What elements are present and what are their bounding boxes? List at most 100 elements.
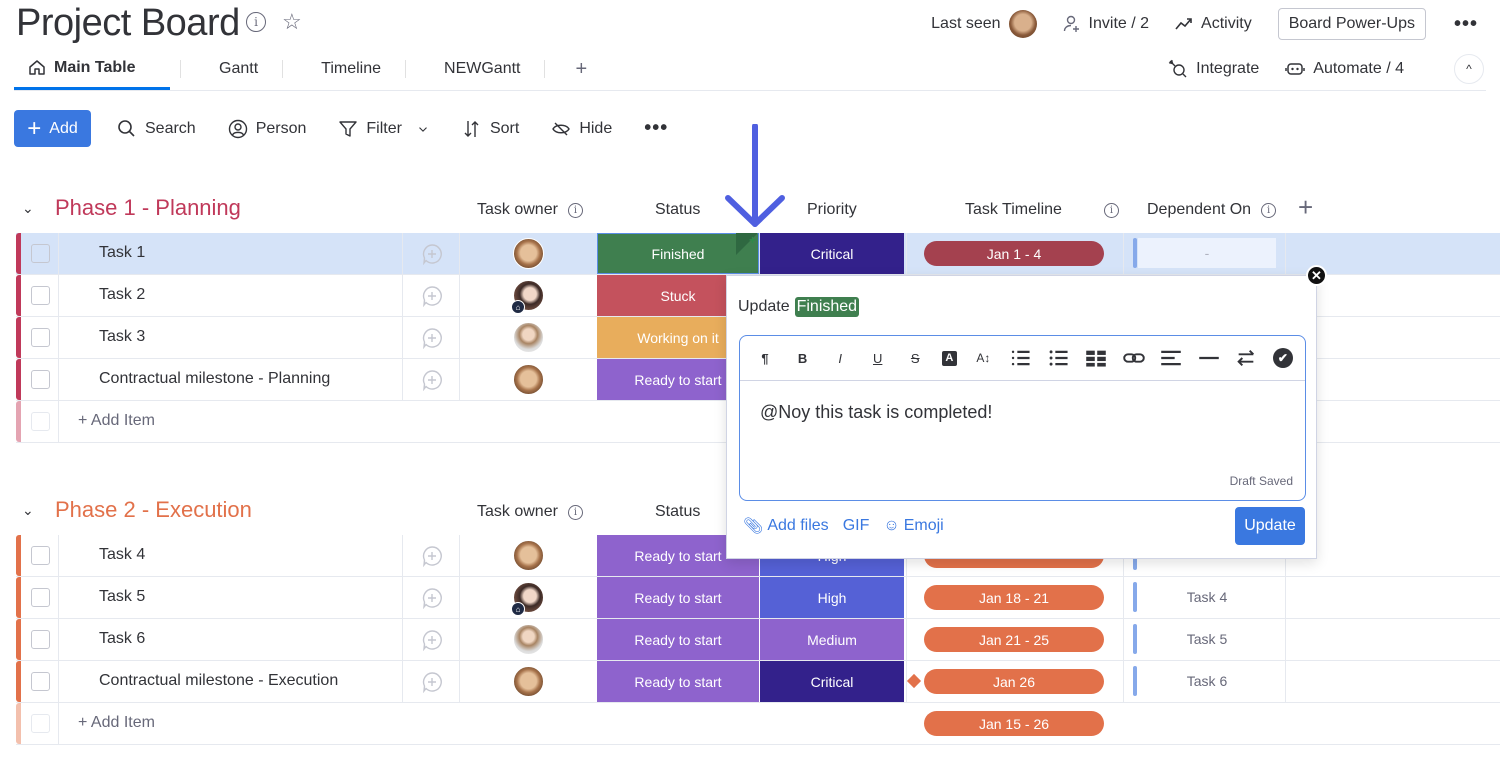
- add-update-icon[interactable]: [421, 369, 443, 391]
- table-row[interactable]: Task 5 ⌂ Ready to start High Jan 18 - 21…: [16, 577, 1500, 619]
- add-update-icon[interactable]: [421, 671, 443, 693]
- dependency-cell[interactable]: Task 4: [1124, 577, 1286, 618]
- owner-avatar[interactable]: [513, 666, 544, 697]
- collapse-chevron-icon[interactable]: ⌄: [22, 502, 34, 519]
- more-options-icon[interactable]: •••: [1454, 13, 1478, 36]
- owner-avatar[interactable]: [513, 364, 544, 395]
- direction-icon[interactable]: [1235, 347, 1257, 369]
- tab-newgantt[interactable]: NEWGantt: [430, 48, 534, 90]
- check-icon[interactable]: ✔: [1272, 348, 1293, 368]
- last-seen-avatar[interactable]: [1008, 10, 1037, 38]
- add-column-button[interactable]: +: [1298, 192, 1313, 223]
- italic-icon[interactable]: I: [829, 347, 851, 369]
- update-submit-button[interactable]: Update: [1235, 507, 1305, 545]
- collapse-chevron-icon[interactable]: ⌄: [22, 200, 34, 217]
- tab-main-table[interactable]: Main Table: [14, 48, 170, 90]
- strikethrough-icon[interactable]: S: [904, 347, 926, 369]
- link-icon[interactable]: [1122, 347, 1145, 369]
- priority-cell[interactable]: Medium: [760, 619, 904, 660]
- info-icon[interactable]: i: [1103, 202, 1119, 218]
- table-row[interactable]: Task 6 Ready to start Medium Jan 21 - 25…: [16, 619, 1500, 661]
- info-icon[interactable]: i: [567, 504, 583, 520]
- gif-button[interactable]: GIF: [843, 517, 870, 535]
- add-update-icon[interactable]: [421, 587, 443, 609]
- add-item-input[interactable]: + Add Item: [78, 412, 155, 430]
- last-seen[interactable]: Last seen: [931, 10, 1037, 38]
- integrate-button[interactable]: Integrate: [1168, 59, 1259, 79]
- row-checkbox[interactable]: [31, 672, 50, 691]
- column-header-task-owner[interactable]: Task owner i: [477, 503, 583, 521]
- row-checkbox[interactable]: [31, 244, 50, 263]
- activity-button[interactable]: Activity: [1175, 15, 1252, 33]
- column-header-task-timeline[interactable]: Task Timeline i: [965, 201, 1119, 219]
- info-icon[interactable]: i: [246, 12, 266, 32]
- divider-icon[interactable]: [1198, 347, 1220, 369]
- add-view-button[interactable]: +: [569, 58, 587, 81]
- table-icon[interactable]: [1085, 347, 1107, 369]
- add-update-icon[interactable]: [421, 285, 443, 307]
- add-item-row[interactable]: + Add Item Jan 15 - 26: [16, 703, 1500, 745]
- hide-button[interactable]: Hide: [551, 119, 612, 139]
- item-name[interactable]: Task 1: [99, 244, 145, 262]
- align-icon[interactable]: [1160, 347, 1182, 369]
- add-files-button[interactable]: 📎︎ Add files: [743, 516, 829, 536]
- tab-timeline[interactable]: Timeline: [307, 48, 395, 90]
- add-update-icon[interactable]: [421, 243, 443, 265]
- paragraph-icon[interactable]: ¶: [754, 347, 776, 369]
- item-name[interactable]: Task 3: [99, 328, 145, 346]
- info-icon[interactable]: i: [1261, 202, 1277, 218]
- owner-avatar[interactable]: [513, 322, 544, 353]
- owner-avatar[interactable]: [513, 540, 544, 571]
- timeline-bar[interactable]: Jan 1 - 4: [924, 241, 1104, 266]
- row-checkbox[interactable]: [31, 328, 50, 347]
- dependency-cell[interactable]: Task 6: [1124, 661, 1286, 702]
- board-power-ups-button[interactable]: Board Power-Ups: [1277, 8, 1426, 40]
- priority-cell[interactable]: Critical: [760, 661, 904, 702]
- add-item-button[interactable]: + Add: [14, 110, 91, 147]
- collapse-header-button[interactable]: ^: [1454, 54, 1484, 84]
- priority-cell[interactable]: High: [760, 577, 904, 618]
- automate-button[interactable]: Automate / 4: [1285, 60, 1404, 78]
- underline-icon[interactable]: U: [867, 347, 889, 369]
- table-row[interactable]: Contractual milestone - Execution Ready …: [16, 661, 1500, 703]
- column-header-task-owner[interactable]: Task owner i: [477, 201, 583, 219]
- row-checkbox[interactable]: [31, 546, 50, 565]
- timeline-bar[interactable]: Jan 21 - 25: [924, 627, 1104, 652]
- update-editor[interactable]: ¶ B I U S A A↕ ✔ @Noy this task is compl…: [739, 335, 1306, 501]
- timeline-bar[interactable]: Jan 26: [924, 669, 1104, 694]
- font-size-icon[interactable]: A↕: [972, 347, 994, 369]
- status-cell[interactable]: Ready to start: [597, 619, 759, 660]
- group-title[interactable]: Phase 1 - Planning: [55, 195, 241, 221]
- dependency-cell[interactable]: Task 5: [1124, 619, 1286, 660]
- bold-icon[interactable]: B: [792, 347, 814, 369]
- priority-cell[interactable]: Critical: [760, 233, 904, 274]
- row-checkbox[interactable]: [31, 588, 50, 607]
- add-update-icon[interactable]: [421, 545, 443, 567]
- toolbar-more-icon[interactable]: •••: [644, 117, 668, 140]
- add-update-plus-icon[interactable]: +: [749, 233, 756, 247]
- item-name[interactable]: Task 4: [99, 546, 145, 564]
- column-header-status[interactable]: Status: [655, 201, 700, 219]
- row-checkbox[interactable]: [31, 370, 50, 389]
- dependency-cell[interactable]: -: [1124, 233, 1286, 274]
- item-name[interactable]: Contractual milestone - Planning: [99, 370, 330, 388]
- owner-avatar[interactable]: ⌂: [511, 582, 544, 616]
- add-item-input[interactable]: + Add Item: [78, 714, 155, 732]
- status-cell[interactable]: Ready to start: [597, 577, 759, 618]
- chevron-down-icon[interactable]: [416, 119, 430, 139]
- person-filter-button[interactable]: Person: [228, 119, 306, 139]
- tab-gantt[interactable]: Gantt: [205, 48, 272, 90]
- close-icon[interactable]: ✕: [1306, 265, 1327, 286]
- search-button[interactable]: Search: [117, 119, 196, 139]
- info-icon[interactable]: i: [567, 202, 583, 218]
- row-checkbox[interactable]: [31, 630, 50, 649]
- editor-text[interactable]: @Noy this task is completed!: [760, 402, 992, 423]
- star-icon[interactable]: ☆: [282, 11, 302, 33]
- filter-button[interactable]: Filter: [338, 119, 430, 139]
- emoji-button[interactable]: ☺ Emoji: [883, 517, 943, 535]
- status-cell[interactable]: Finished: [597, 233, 759, 274]
- sort-button[interactable]: Sort: [462, 119, 519, 139]
- column-header-dependent-on[interactable]: Dependent On i: [1147, 201, 1277, 219]
- column-header-priority[interactable]: Priority: [807, 201, 857, 219]
- item-name[interactable]: Task 2: [99, 286, 145, 304]
